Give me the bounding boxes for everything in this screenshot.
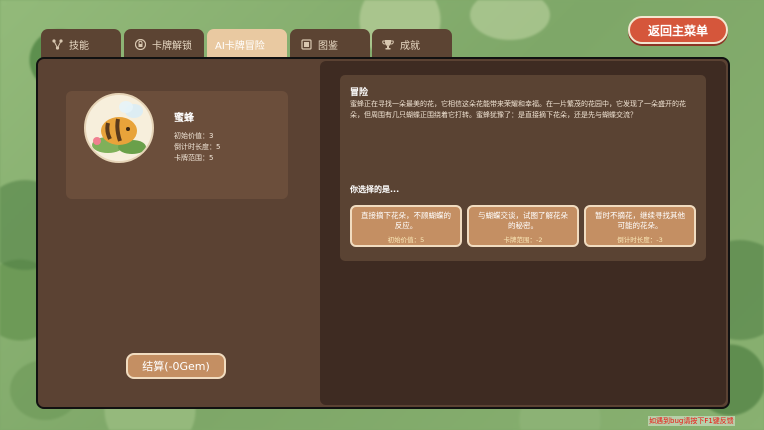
skill-tree-icon xyxy=(51,38,63,50)
tab-label: AI卡牌冒险 xyxy=(215,40,265,52)
tab-codex[interactable]: 图鉴 xyxy=(290,29,370,59)
tab-label: 图鉴 xyxy=(318,40,338,52)
tab-card-unlock[interactable]: 卡牌解锁 xyxy=(124,29,204,59)
adventure-title: 冒险 xyxy=(350,88,369,98)
choice-text: 暂时不摘花，继续寻找其他可能的花朵。 xyxy=(595,211,685,230)
stat-label: 卡牌范围： xyxy=(174,154,209,162)
stat-value: 5 xyxy=(216,143,221,151)
story-pane: 冒险 蜜蜂正在寻找一朵最美的花，它相信这朵花能带来荣耀和幸福。在一片繁茂的花园中… xyxy=(320,61,726,405)
stat-label: 初始价值： xyxy=(174,132,209,140)
settle-button[interactable]: 结算(-0Gem) xyxy=(126,353,226,379)
choice-effect: 初始价值：5 xyxy=(387,236,425,244)
trophy-icon xyxy=(382,38,394,50)
main-menu-button[interactable]: 返回主菜单 xyxy=(628,16,728,44)
choice-button-3[interactable]: 暂时不摘花，继续寻找其他可能的花朵。 倒计时长度：-3 xyxy=(584,205,696,247)
choice-text: 直接摘下花朵，不顾蝴蝶的反应。 xyxy=(361,211,451,230)
card-name: 蜜蜂 xyxy=(174,113,194,124)
tab-achievements[interactable]: 成就 xyxy=(372,29,452,59)
stat-value: 5 xyxy=(209,154,214,162)
tab-label: 技能 xyxy=(69,40,89,52)
choice-button-2[interactable]: 与蝴蝶交谈，试图了解花朵的秘密。 卡牌范围：-2 xyxy=(467,205,579,247)
choice-effect: 倒计时长度：-3 xyxy=(617,236,663,244)
choice-effect: 卡牌范围：-2 xyxy=(503,236,543,244)
choice-button-1[interactable]: 直接摘下花朵，不顾蝴蝶的反应。 初始价值：5 xyxy=(350,205,462,247)
stat-label: 倒计时长度： xyxy=(174,143,216,151)
tab-label: 卡牌解锁 xyxy=(152,40,192,52)
stat-card-range: 卡牌范围：5 xyxy=(174,153,213,163)
adventure-text: 蜜蜂正在寻找一朵最美的花，它相信这朵花能带来荣耀和幸福。在一片繁茂的花园中，它发… xyxy=(350,100,686,119)
bee-icon xyxy=(84,93,154,163)
adventure-panel: 蜜蜂 初始价值：3 倒计时长度：5 卡牌范围：5 结算(-0Gem) 冒险 蜜蜂… xyxy=(36,57,730,409)
bug-report-note: 如遇到bug请按下F1键反馈 xyxy=(648,416,735,426)
tab-skills[interactable]: 技能 xyxy=(41,29,121,59)
tab-label: 成就 xyxy=(400,40,420,52)
tab-ai-card-adventure[interactable]: AI卡牌冒险 xyxy=(207,29,287,59)
stat-value: 3 xyxy=(209,132,214,140)
adventure-box: 冒险 蜜蜂正在寻找一朵最美的花，它相信这朵花能带来荣耀和幸福。在一片繁茂的花园中… xyxy=(340,75,706,261)
card-info: 蜜蜂 初始价值：3 倒计时长度：5 卡牌范围：5 xyxy=(66,91,288,199)
stat-initial-value: 初始价值：3 xyxy=(174,131,213,141)
choice-text: 与蝴蝶交谈，试图了解花朵的秘密。 xyxy=(478,211,568,230)
lock-icon xyxy=(134,38,146,50)
book-icon xyxy=(300,38,312,50)
choose-label: 你选择的是... xyxy=(350,185,400,194)
stat-countdown-length: 倒计时长度：5 xyxy=(174,142,220,152)
